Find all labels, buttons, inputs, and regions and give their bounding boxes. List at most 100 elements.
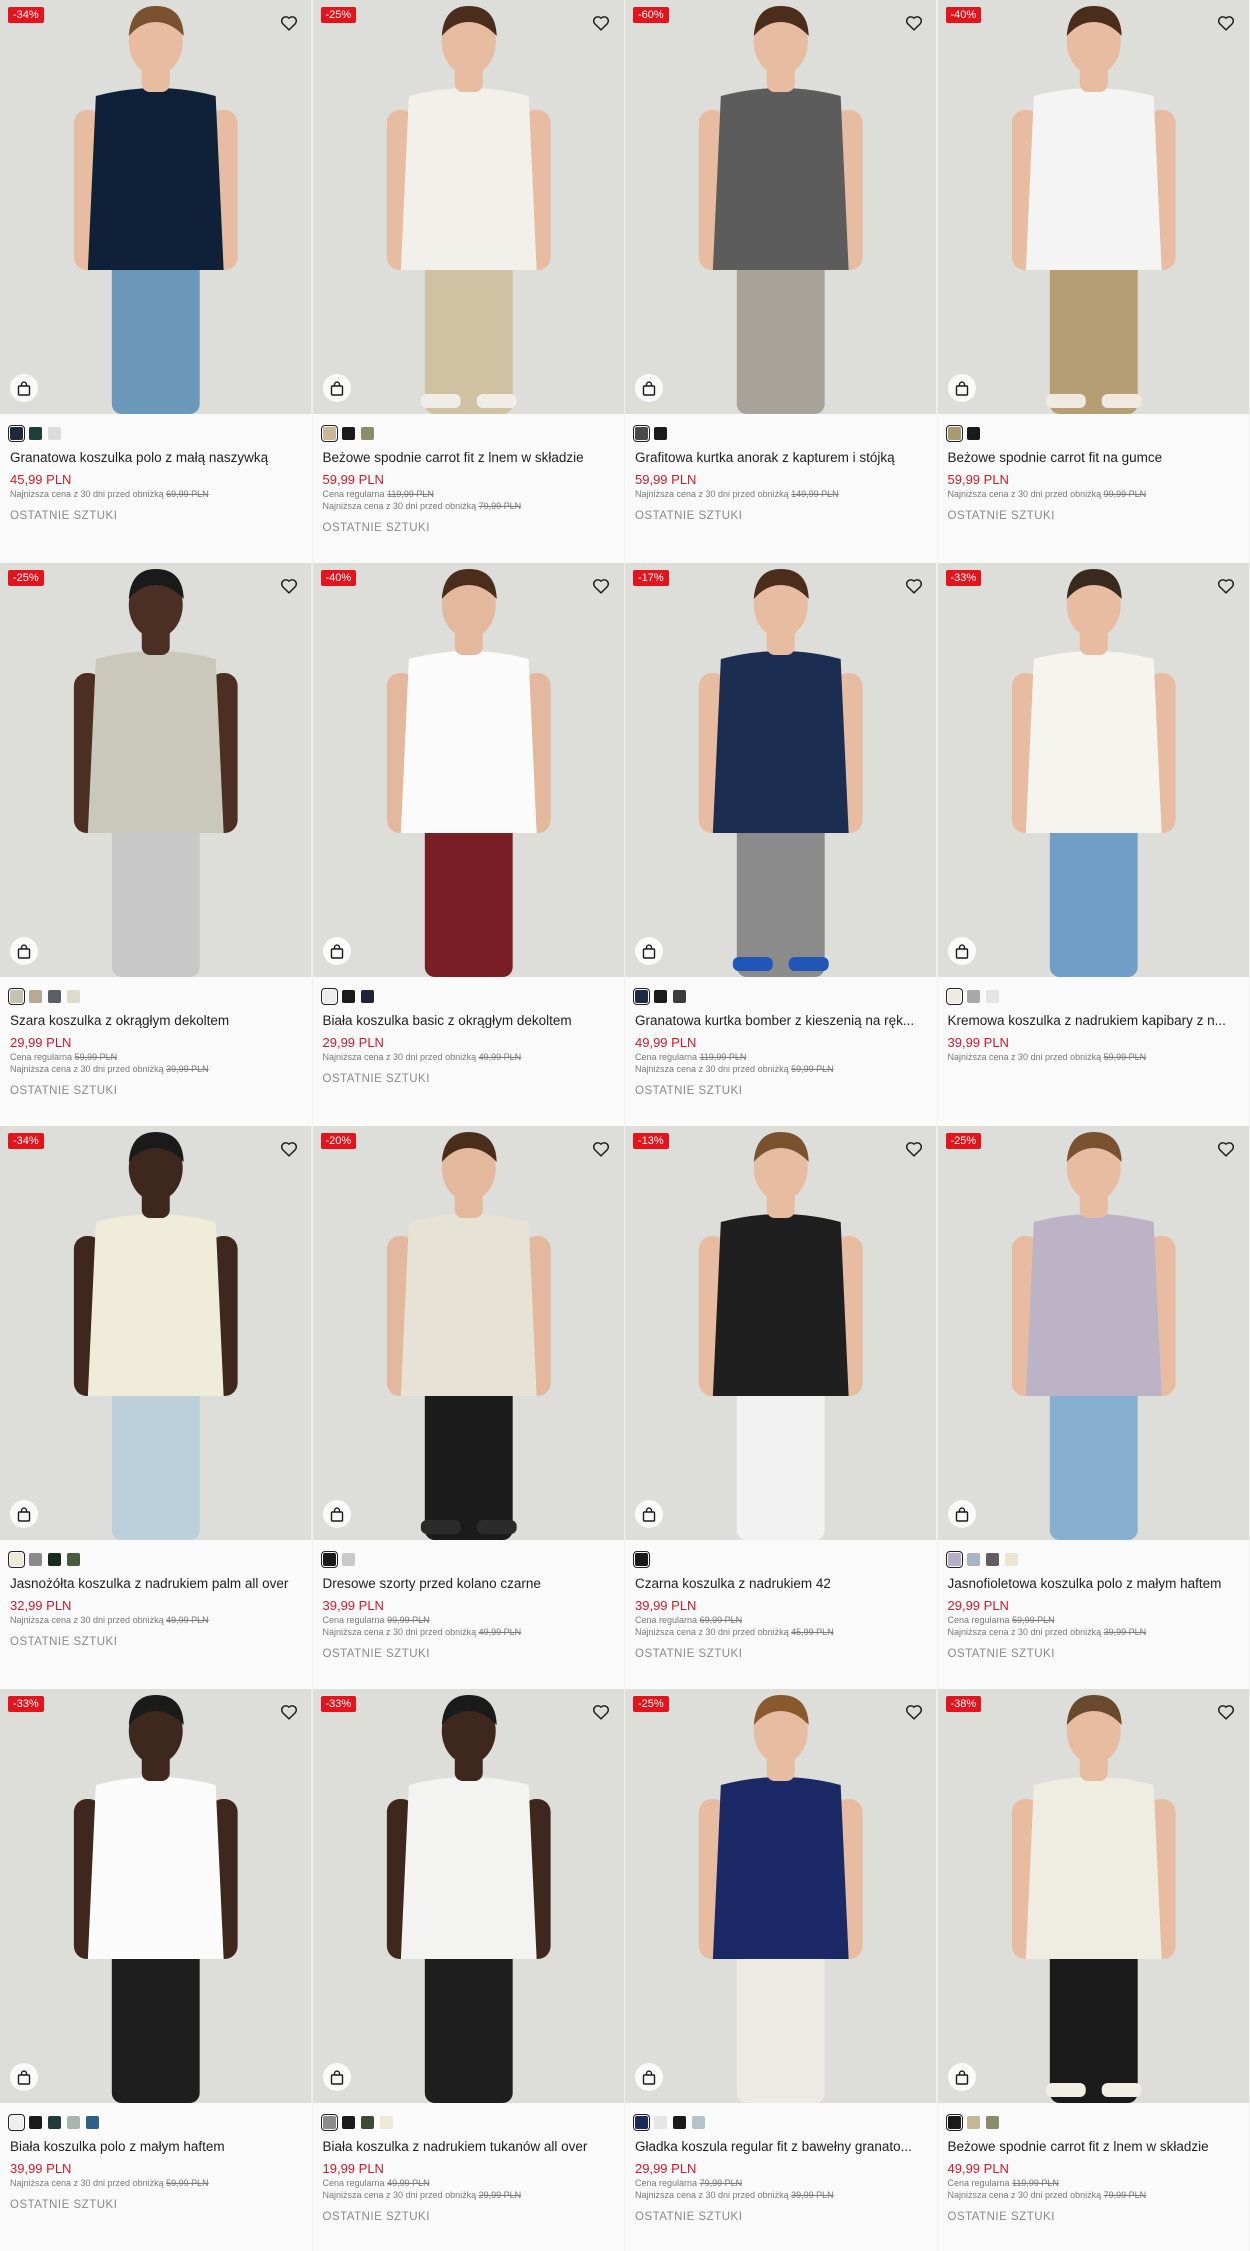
product-card[interactable]: -25% Jasnofioletowa koszulka polo z mały… bbox=[937, 1126, 1250, 1689]
shopping-bag-icon[interactable] bbox=[635, 374, 663, 402]
shopping-bag-icon[interactable] bbox=[947, 2063, 976, 2091]
color-swatch[interactable] bbox=[654, 426, 667, 440]
product-image[interactable]: -34% bbox=[0, 0, 312, 414]
product-card[interactable]: -34% Jasnożółta koszulka z nadrukiem pal… bbox=[0, 1126, 313, 1689]
color-swatch[interactable] bbox=[985, 1552, 999, 1566]
product-name[interactable]: Beżowe spodnie carrot fit z lnem w skład… bbox=[948, 2138, 1240, 2156]
color-swatch[interactable] bbox=[29, 1552, 42, 1566]
product-card[interactable]: -38% Beżowe spodnie carrot fit z lnem w … bbox=[937, 1689, 1250, 2251]
color-swatch[interactable] bbox=[320, 987, 338, 1005]
shopping-bag-icon[interactable] bbox=[947, 1500, 976, 1528]
heart-icon[interactable] bbox=[590, 12, 612, 34]
product-name[interactable]: Jasnożółta koszulka z nadrukiem palm all… bbox=[10, 1575, 302, 1593]
product-name[interactable]: Czarna koszulka z nadrukiem 42 bbox=[635, 1575, 927, 1593]
product-name[interactable]: Biała koszulka z nadrukiem tukanów all o… bbox=[323, 2138, 615, 2156]
product-image[interactable]: -25% bbox=[0, 563, 312, 977]
product-name[interactable]: Jasnofioletowa koszulka polo z małym haf… bbox=[948, 1575, 1240, 1593]
color-swatch[interactable] bbox=[1004, 1552, 1018, 1566]
color-swatch[interactable] bbox=[29, 426, 42, 440]
color-swatch[interactable] bbox=[945, 2113, 963, 2131]
product-image[interactable]: -20% bbox=[312, 1126, 624, 1540]
heart-icon[interactable] bbox=[903, 1138, 925, 1160]
product-name[interactable]: Szara koszulka z okrągłym dekoltem bbox=[10, 1012, 302, 1030]
color-swatch[interactable] bbox=[8, 424, 25, 442]
product-card[interactable]: -13% Czarna koszulka z nadrukiem 42 39,9… bbox=[625, 1126, 938, 1689]
product-name[interactable]: Beżowe spodnie carrot fit na gumce bbox=[948, 449, 1240, 467]
product-name[interactable]: Dresowe szorty przed kolano czarne bbox=[323, 1575, 615, 1593]
product-card[interactable]: -40% Beżowe spodnie carrot fit na gumce … bbox=[937, 0, 1250, 563]
color-swatch[interactable] bbox=[341, 1552, 355, 1566]
shopping-bag-icon[interactable] bbox=[322, 1500, 351, 1528]
shopping-bag-icon[interactable] bbox=[322, 937, 351, 965]
shopping-bag-icon[interactable] bbox=[322, 374, 351, 402]
color-swatch[interactable] bbox=[654, 2115, 667, 2129]
heart-icon[interactable] bbox=[278, 575, 300, 597]
heart-icon[interactable] bbox=[278, 12, 300, 34]
product-card[interactable]: -25% Szara koszulka z okrągłym dekoltem … bbox=[0, 563, 313, 1126]
product-name[interactable]: Biała koszulka basic z okrągłym dekoltem bbox=[323, 1012, 615, 1030]
color-swatch[interactable] bbox=[29, 989, 42, 1003]
product-card[interactable]: -33% Biała koszulka z nadrukiem tukanów … bbox=[312, 1689, 625, 2251]
color-swatch[interactable] bbox=[633, 424, 650, 442]
color-swatch[interactable] bbox=[945, 424, 963, 442]
color-swatch[interactable] bbox=[320, 424, 338, 442]
color-swatch[interactable] bbox=[673, 989, 686, 1003]
color-swatch[interactable] bbox=[633, 987, 650, 1005]
heart-icon[interactable] bbox=[1215, 575, 1237, 597]
color-swatch[interactable] bbox=[320, 2113, 338, 2131]
color-swatch[interactable] bbox=[945, 1550, 963, 1568]
heart-icon[interactable] bbox=[590, 1138, 612, 1160]
heart-icon[interactable] bbox=[1215, 12, 1237, 34]
shopping-bag-icon[interactable] bbox=[635, 1500, 663, 1528]
heart-icon[interactable] bbox=[903, 575, 925, 597]
product-image[interactable]: -25% bbox=[625, 1689, 937, 2103]
product-image[interactable]: -17% bbox=[625, 563, 937, 977]
color-swatch[interactable] bbox=[379, 2115, 393, 2129]
color-swatch[interactable] bbox=[966, 426, 980, 440]
color-swatch[interactable] bbox=[29, 2115, 42, 2129]
color-swatch[interactable] bbox=[341, 989, 355, 1003]
color-swatch[interactable] bbox=[945, 987, 963, 1005]
product-image[interactable]: -38% bbox=[937, 1689, 1249, 2103]
color-swatch[interactable] bbox=[67, 989, 80, 1003]
color-swatch[interactable] bbox=[673, 2115, 686, 2129]
product-name[interactable]: Granatowa koszulka polo z małą naszywką bbox=[10, 449, 302, 467]
color-swatch[interactable] bbox=[341, 426, 355, 440]
color-swatch[interactable] bbox=[692, 2115, 705, 2129]
shopping-bag-icon[interactable] bbox=[635, 937, 663, 965]
product-card[interactable]: -33% Kremowa koszulka z nadrukiem kapiba… bbox=[937, 563, 1250, 1126]
heart-icon[interactable] bbox=[590, 1701, 612, 1723]
product-card[interactable]: -60% Grafitowa kurtka anorak z kapturem … bbox=[625, 0, 938, 563]
color-swatch[interactable] bbox=[48, 2115, 61, 2129]
product-card[interactable]: -20% Dresowe szorty przed kolano czarne … bbox=[312, 1126, 625, 1689]
color-swatch[interactable] bbox=[67, 1552, 80, 1566]
shopping-bag-icon[interactable] bbox=[10, 937, 38, 965]
color-swatch[interactable] bbox=[985, 2115, 999, 2129]
heart-icon[interactable] bbox=[590, 575, 612, 597]
shopping-bag-icon[interactable] bbox=[10, 374, 38, 402]
color-swatch[interactable] bbox=[633, 1550, 650, 1568]
product-image[interactable]: -60% bbox=[625, 0, 937, 414]
heart-icon[interactable] bbox=[903, 1701, 925, 1723]
color-swatch[interactable] bbox=[86, 2115, 99, 2129]
shopping-bag-icon[interactable] bbox=[947, 374, 976, 402]
color-swatch[interactable] bbox=[48, 426, 61, 440]
product-name[interactable]: Beżowe spodnie carrot fit z lnem w skład… bbox=[323, 449, 615, 467]
product-card[interactable]: -17% Granatowa kurtka bomber z kieszenią… bbox=[625, 563, 938, 1126]
product-name[interactable]: Gładka koszula regular fit z bawełny gra… bbox=[635, 2138, 927, 2156]
color-swatch[interactable] bbox=[966, 2115, 980, 2129]
heart-icon[interactable] bbox=[903, 12, 925, 34]
heart-icon[interactable] bbox=[1215, 1701, 1237, 1723]
color-swatch[interactable] bbox=[8, 1550, 25, 1568]
product-image[interactable]: -33% bbox=[0, 1689, 312, 2103]
product-name[interactable]: Granatowa kurtka bomber z kieszenią na r… bbox=[635, 1012, 927, 1030]
product-card[interactable]: -34% Granatowa koszulka polo z małą nasz… bbox=[0, 0, 313, 563]
color-swatch[interactable] bbox=[985, 989, 999, 1003]
color-swatch[interactable] bbox=[8, 987, 25, 1005]
color-swatch[interactable] bbox=[320, 1550, 338, 1568]
color-swatch[interactable] bbox=[360, 989, 374, 1003]
product-image[interactable]: -40% bbox=[937, 0, 1249, 414]
color-swatch[interactable] bbox=[341, 2115, 355, 2129]
product-image[interactable]: -34% bbox=[0, 1126, 312, 1540]
color-swatch[interactable] bbox=[966, 1552, 980, 1566]
